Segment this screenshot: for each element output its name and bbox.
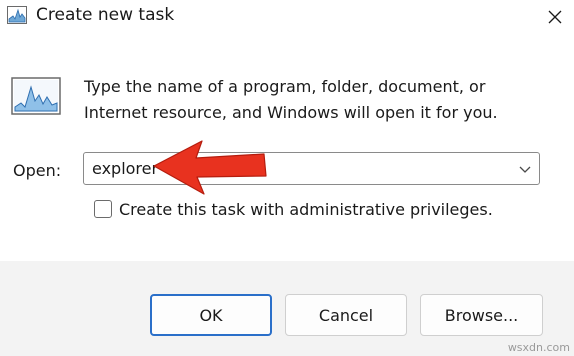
ok-button[interactable]: OK <box>150 294 272 336</box>
window-title: Create new task <box>36 5 175 25</box>
run-program-icon <box>11 77 61 115</box>
close-button[interactable] <box>536 0 574 34</box>
description-line-1: Type the name of a program, folder, docu… <box>84 77 486 96</box>
browse-button[interactable]: Browse... <box>420 294 543 336</box>
title-bar: Create new task <box>0 0 574 36</box>
open-input[interactable]: explorer <box>92 158 158 180</box>
create-new-task-dialog: Create new task Type the name of a progr… <box>0 0 574 356</box>
admin-privileges-label[interactable]: Create this task with administrative pri… <box>119 199 493 221</box>
watermark-text: wsxdn.com <box>507 341 570 354</box>
open-combobox[interactable]: explorer <box>83 152 540 185</box>
task-manager-icon <box>7 6 27 24</box>
open-label: Open: <box>13 161 62 180</box>
close-icon <box>548 10 562 24</box>
dialog-description: Type the name of a program, folder, docu… <box>84 74 554 126</box>
admin-privileges-checkbox[interactable] <box>94 200 112 218</box>
description-line-2: Internet resource, and Windows will open… <box>84 103 498 122</box>
chevron-down-icon[interactable] <box>518 162 532 176</box>
cancel-button[interactable]: Cancel <box>285 294 407 336</box>
